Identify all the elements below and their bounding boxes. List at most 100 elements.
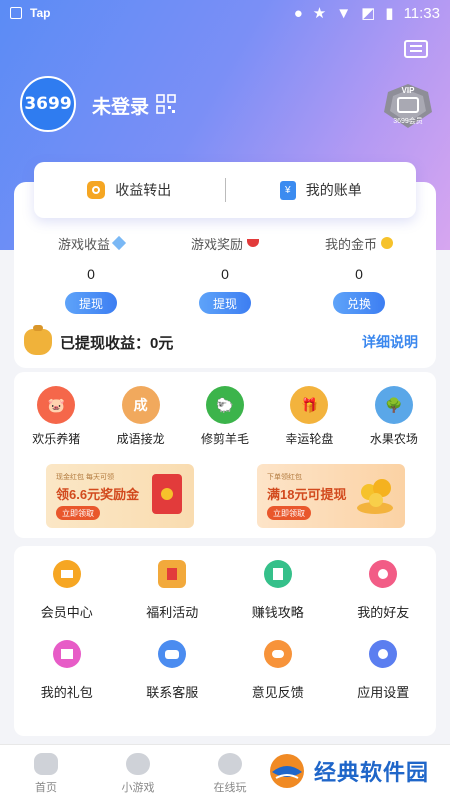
nav-label: 小游戏 — [121, 782, 155, 794]
promo-claim-button[interactable]: 立即领取 — [56, 506, 100, 520]
tool-item[interactable]: 联系客服 — [120, 640, 226, 701]
welfare-icon — [158, 560, 187, 588]
friend-icon — [369, 560, 398, 588]
stat-title: 我的金币 — [324, 236, 377, 252]
idiom-icon: 成 — [121, 386, 160, 424]
promo-banner-order[interactable]: 下单领红包 满18元可提现 立即领取 — [257, 464, 405, 528]
tool-label: 我的礼包 — [40, 685, 93, 700]
game-label: 成语接龙 — [116, 432, 165, 446]
promo-banner-cash[interactable]: 现金红包 每天可领 领6.6元奖励金 立即领取 — [46, 464, 194, 528]
game-item[interactable]: 🌳 水果农场 — [352, 386, 436, 447]
nav-label: 首页 — [35, 782, 57, 794]
money-bag-icon — [24, 325, 52, 355]
gift-icon: 🎁 — [290, 386, 329, 424]
bill-icon: ¥ — [279, 180, 296, 200]
stat-game-rewards: 游戏奖励 0 提现 — [158, 234, 292, 314]
game-label: 修剪羊毛 — [201, 432, 250, 446]
transfer-box: 收益转出 ¥ 我的账单 — [34, 162, 416, 218]
watermark: 经典软件园 — [268, 752, 429, 790]
nav-online-play[interactable]: 在线玩 — [184, 745, 276, 800]
withdraw-button[interactable]: 提现 — [199, 292, 251, 314]
my-bill-label: 我的账单 — [305, 182, 362, 198]
nav-home[interactable]: 首页 — [0, 745, 92, 800]
promo-subtitle: 下单领红包 — [267, 474, 302, 481]
tool-item[interactable]: 福利活动 — [120, 560, 226, 621]
tool-label: 福利活动 — [146, 605, 199, 620]
status-time: 11:33 — [403, 4, 440, 22]
vip-badge[interactable]: 3699会员 VIP — [378, 82, 438, 130]
message-icon[interactable] — [404, 40, 428, 58]
avatar-text: 3699 — [24, 94, 72, 114]
stat-value: 0 — [87, 266, 95, 282]
game-item[interactable]: 🐑 修剪羊毛 — [183, 386, 267, 447]
no-signal-icon: ◩ — [361, 5, 376, 22]
stats-row: 游戏收益 0 提现 游戏奖励 0 提现 我的金币 0 兑换 — [24, 234, 426, 314]
guide-icon — [263, 560, 292, 588]
games-section: 🐷 欢乐养猪 成 成语接龙 🐑 修剪羊毛 🎁 幸运轮盘 🌳 水果农场 现金红包 … — [14, 372, 436, 538]
detail-link[interactable]: 详细说明 — [362, 332, 418, 352]
tool-label: 赚钱攻略 — [251, 605, 304, 620]
status-app-label: Tap — [30, 6, 51, 20]
qr-code-icon[interactable] — [156, 94, 176, 114]
game-label: 水果农场 — [369, 432, 418, 446]
tool-item[interactable]: 会员中心 — [14, 560, 120, 621]
pacman-icon — [218, 753, 242, 775]
username[interactable]: 未登录 — [92, 92, 149, 119]
tool-item[interactable]: 赚钱攻略 — [225, 560, 331, 621]
promo-subtitle: 现金红包 每天可领 — [56, 474, 114, 481]
feedback-icon — [263, 640, 292, 668]
game-label: 欢乐养猪 — [32, 432, 81, 446]
status-bar: Tap ● ★ ▼ ◩ ▮ 11:33 — [0, 0, 450, 26]
crown-icon — [52, 560, 81, 588]
tool-label: 会员中心 — [40, 605, 93, 620]
stat-value: 0 — [355, 266, 363, 282]
tree-icon: 🌳 — [374, 386, 413, 424]
exchange-button[interactable]: 兑换 — [333, 292, 385, 314]
tool-label: 联系客服 — [146, 685, 199, 700]
transfer-out-button[interactable]: 收益转出 — [34, 180, 225, 200]
game-item[interactable]: 🐷 欢乐养猪 — [14, 386, 98, 447]
promo-claim-button[interactable]: 立即领取 — [267, 506, 311, 520]
sheep-icon: 🐑 — [206, 386, 245, 424]
nav-mini-games[interactable]: 小游戏 — [92, 745, 184, 800]
app-notification-icon — [10, 7, 22, 19]
stat-title: 游戏收益 — [57, 236, 110, 252]
tool-label: 应用设置 — [357, 685, 410, 700]
gold-coin-icon — [381, 237, 393, 249]
battery-icon: ▮ — [385, 5, 394, 22]
withdrawn-row: 已提现收益：0元 详细说明 — [24, 325, 418, 356]
vip-label: 3699会员 — [393, 118, 423, 125]
giftbox-icon — [52, 640, 81, 668]
transfer-out-label: 收益转出 — [115, 182, 172, 198]
withdrawn-text: 已提现收益：0元 — [60, 334, 174, 352]
location-icon: ● — [293, 4, 303, 22]
stat-game-earnings: 游戏收益 0 提现 — [24, 234, 158, 314]
game-item[interactable]: 成 成语接龙 — [98, 386, 182, 447]
wifi-icon: ▼ — [336, 4, 352, 22]
tool-item[interactable]: 意见反馈 — [225, 640, 331, 701]
diamond-icon — [111, 235, 127, 251]
promo-title: 满18元可提现 — [267, 487, 347, 502]
avatar[interactable]: 3699 — [20, 76, 76, 132]
tool-label: 意见反馈 — [251, 685, 304, 700]
gamepad-icon — [126, 753, 150, 775]
tool-label: 我的好友 — [357, 605, 410, 620]
tool-item[interactable]: 应用设置 — [331, 640, 437, 701]
game-label: 幸运轮盘 — [285, 432, 334, 446]
pig-icon: 🐷 — [37, 386, 76, 424]
game-item[interactable]: 🎁 幸运轮盘 — [267, 386, 351, 447]
withdraw-button[interactable]: 提现 — [65, 292, 117, 314]
nav-label: 在线玩 — [213, 782, 247, 794]
vip-text: VIP — [401, 86, 415, 95]
stat-my-coins: 我的金币 0 兑换 — [292, 234, 426, 314]
coin-transfer-icon — [87, 181, 106, 199]
service-icon — [158, 640, 187, 668]
my-bill-button[interactable]: ¥ 我的账单 — [226, 180, 417, 200]
tool-item[interactable]: 我的好友 — [331, 560, 437, 621]
stat-title: 游戏奖励 — [190, 236, 243, 252]
red-envelope-icon — [152, 474, 182, 514]
settings-icon — [369, 640, 398, 668]
red-packet-icon — [247, 239, 259, 247]
tool-item[interactable]: 我的礼包 — [14, 640, 120, 701]
tools-section: 会员中心 福利活动 赚钱攻略 我的好友 我的礼包 联系客服 意见反馈 应用设置 — [14, 546, 436, 736]
